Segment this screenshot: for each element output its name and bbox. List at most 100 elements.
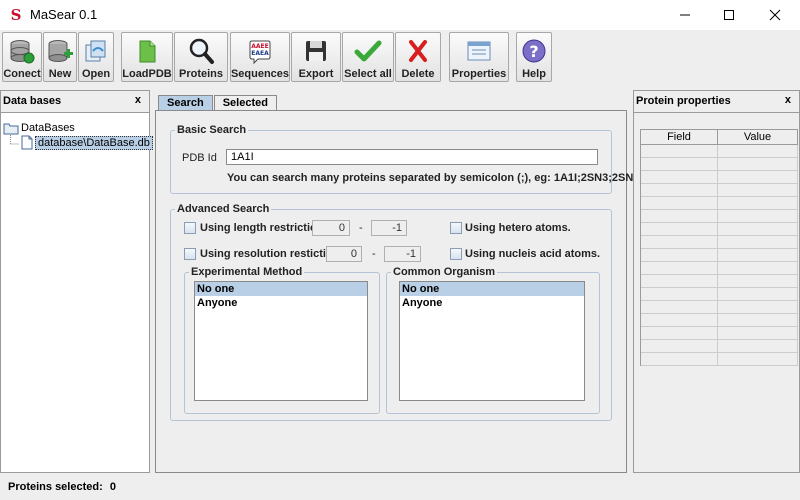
proteins-label: Proteins	[178, 68, 223, 80]
conect-label: Conect	[3, 68, 41, 80]
table-row[interactable]	[641, 301, 798, 314]
loadpdb-label: LoadPDB	[122, 68, 172, 80]
databases-panel-close-button[interactable]: x	[135, 94, 141, 106]
table-cell	[641, 171, 718, 183]
table-cell	[641, 197, 718, 209]
status-label: Proteins selected:	[8, 481, 103, 493]
proteins-button[interactable]: Proteins	[174, 32, 228, 82]
table-row[interactable]	[641, 210, 798, 223]
table-cell	[718, 197, 798, 209]
table-row[interactable]	[641, 275, 798, 288]
column-header-value[interactable]: Value	[718, 130, 798, 144]
database-connect-icon	[7, 36, 37, 66]
table-cell	[641, 249, 718, 261]
advanced-search-legend: Advanced Search	[177, 203, 270, 215]
export-button[interactable]: Export	[291, 32, 341, 82]
table-cell	[641, 288, 718, 300]
close-window-button[interactable]	[752, 0, 798, 30]
svg-text:?: ?	[529, 42, 538, 61]
experimental-method-list[interactable]: No one Anyone	[194, 281, 368, 401]
tree-root-label: DataBases	[21, 122, 75, 134]
tab-selected[interactable]: Selected	[213, 95, 277, 111]
export-label: Export	[298, 68, 334, 80]
nucleic-atoms-label: Using nucleis acid atoms.	[465, 248, 601, 260]
table-row[interactable]	[641, 288, 798, 301]
list-item[interactable]: Anyone	[400, 296, 584, 310]
properties-label: Properties	[451, 68, 507, 80]
tree-item-database[interactable]: database\DataBase.db	[21, 135, 153, 150]
table-row[interactable]	[641, 314, 798, 327]
properties-table-body	[641, 145, 798, 366]
protein-properties-header: Protein properties x	[634, 91, 799, 113]
red-x-icon	[403, 36, 433, 66]
resolution-max-input[interactable]	[384, 246, 421, 262]
table-row[interactable]	[641, 236, 798, 249]
common-organism-list[interactable]: No one Anyone	[399, 281, 585, 401]
window-title: MaSear 0.1	[30, 7, 98, 22]
table-row[interactable]	[641, 184, 798, 197]
table-row[interactable]	[641, 353, 798, 366]
new-button[interactable]: New	[43, 32, 77, 82]
properties-table-header: Field Value	[641, 130, 798, 145]
open-button[interactable]: Open	[78, 32, 114, 82]
table-row[interactable]	[641, 197, 798, 210]
databases-panel: Data bases x DataBases database\DataBase…	[0, 90, 153, 473]
open-label: Open	[81, 68, 111, 80]
column-header-field[interactable]: Field	[641, 130, 718, 144]
pdb-id-input[interactable]	[226, 149, 598, 165]
table-row[interactable]	[641, 171, 798, 184]
delete-button[interactable]: Delete	[395, 32, 441, 82]
length-max-input[interactable]	[371, 220, 407, 236]
resolution-restriction-checkbox[interactable]	[184, 248, 196, 260]
minimize-button[interactable]	[662, 0, 708, 30]
protein-properties-title: Protein properties	[636, 95, 731, 107]
app-logo-icon: S	[10, 6, 22, 24]
status-count: 0	[109, 481, 116, 493]
table-cell	[718, 210, 798, 222]
main-tabs: Search Selected	[158, 95, 278, 111]
table-cell	[641, 158, 718, 170]
properties-button[interactable]: Properties	[449, 32, 509, 82]
tree-item-database-label: database\DataBase.db	[35, 135, 153, 150]
hetero-atoms-checkbox[interactable]	[450, 222, 462, 234]
resolution-restriction-label: Using resolution restiction	[200, 248, 340, 260]
delete-label: Delete	[401, 68, 435, 80]
maximize-button[interactable]	[706, 0, 752, 30]
databases-panel-title: Data bases	[3, 95, 62, 107]
sequences-label: Sequences	[230, 68, 290, 80]
tree-root[interactable]: DataBases	[3, 121, 75, 135]
resolution-min-input[interactable]	[326, 246, 362, 262]
toolbar: Conect New Open LoadPDB Proteins AAEE EAE…	[0, 30, 800, 84]
length-restriction-checkbox[interactable]	[184, 222, 196, 234]
list-item[interactable]: No one	[195, 282, 367, 296]
list-item[interactable]: No one	[400, 282, 584, 296]
resolution-range-dash: -	[372, 248, 376, 260]
length-min-input[interactable]	[312, 220, 350, 236]
table-row[interactable]	[641, 145, 798, 158]
search-hint: You can search many proteins separated b…	[227, 172, 640, 184]
table-row[interactable]	[641, 158, 798, 171]
length-restriction-label: Using length restriction	[200, 222, 324, 234]
select-all-button[interactable]: Select all	[342, 32, 394, 82]
hetero-atoms-label: Using hetero atoms.	[465, 222, 571, 234]
loadpdb-button[interactable]: LoadPDB	[121, 32, 173, 82]
list-item[interactable]: Anyone	[195, 296, 367, 310]
table-cell	[641, 275, 718, 287]
properties-icon	[464, 36, 494, 66]
help-label: Help	[522, 68, 546, 80]
tab-search[interactable]: Search	[158, 95, 213, 111]
table-cell	[718, 288, 798, 300]
protein-properties-close-button[interactable]: x	[785, 94, 791, 106]
table-row[interactable]	[641, 262, 798, 275]
help-button[interactable]: ? Help	[516, 32, 552, 82]
table-cell	[718, 223, 798, 235]
table-cell	[718, 262, 798, 274]
table-row[interactable]	[641, 327, 798, 340]
table-row[interactable]	[641, 223, 798, 236]
nucleic-atoms-checkbox[interactable]	[450, 248, 462, 260]
sequences-button[interactable]: AAEE EAEA Sequences	[230, 32, 290, 82]
table-row[interactable]	[641, 249, 798, 262]
conect-button[interactable]: Conect	[2, 32, 42, 82]
table-cell	[718, 301, 798, 313]
table-row[interactable]	[641, 340, 798, 353]
